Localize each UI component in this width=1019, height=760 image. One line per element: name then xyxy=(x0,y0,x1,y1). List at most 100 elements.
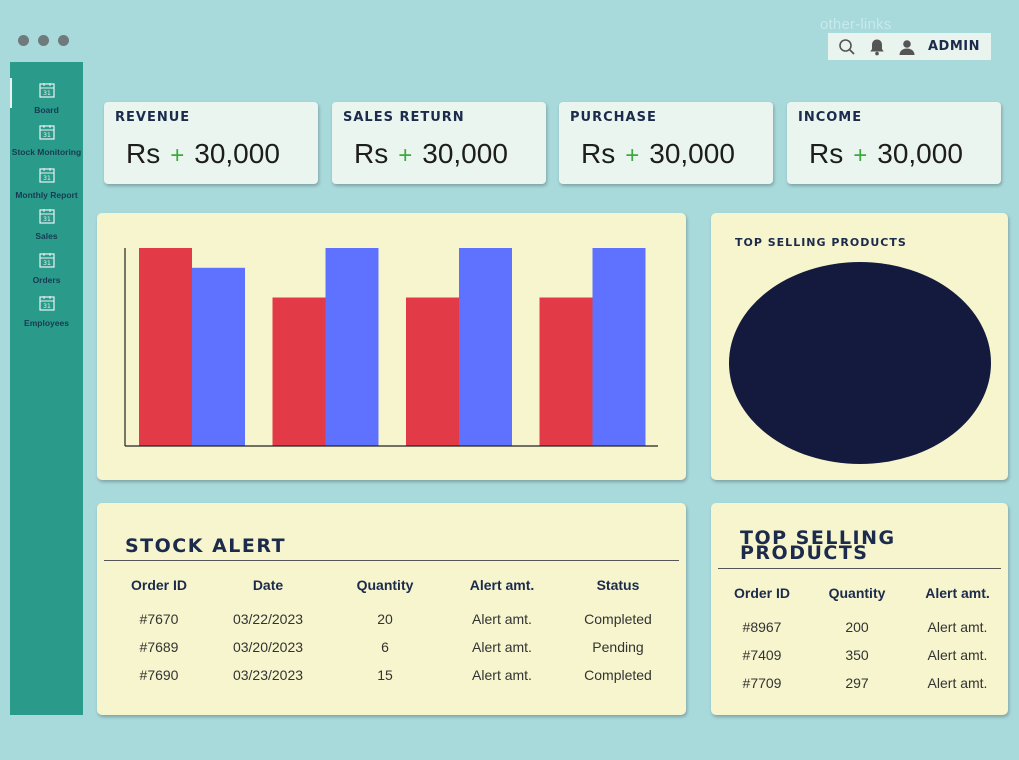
calendar-icon: 31 xyxy=(38,296,55,311)
column-header[interactable]: Order ID xyxy=(721,579,803,607)
bell-icon[interactable] xyxy=(866,36,888,58)
table-row[interactable]: #8967 200 Alert amt. xyxy=(721,613,1004,641)
kpi-value-row: Rs + 30,000 xyxy=(581,138,735,170)
calendar-icon: 31 xyxy=(38,125,55,140)
alert-amt-cell: Alert amt. xyxy=(927,647,988,663)
kpi-currency: Rs xyxy=(126,138,161,169)
window-dot-minimize[interactable] xyxy=(38,35,49,46)
column-header[interactable]: Order ID xyxy=(100,571,218,599)
kpi-sign: + xyxy=(625,142,640,169)
bar-series-1-group-1[interactable] xyxy=(139,248,192,446)
svg-text:31: 31 xyxy=(43,132,51,139)
quantity-cell: 297 xyxy=(845,675,869,691)
kpi-value: 30,000 xyxy=(194,138,280,169)
column-header[interactable]: Status xyxy=(552,571,684,599)
bar-series-2-group-3[interactable] xyxy=(459,248,512,446)
kpi-currency: Rs xyxy=(354,138,389,169)
bar-series-2-group-4[interactable] xyxy=(592,248,646,446)
date-cell: 03/22/2023 xyxy=(232,611,304,627)
status-cell: Completed xyxy=(584,667,652,683)
kpi-title: Sales Return xyxy=(343,110,465,125)
kpi-sign: + xyxy=(170,142,185,169)
bar-series-1-group-2[interactable] xyxy=(272,297,326,447)
kpi-sign: + xyxy=(853,142,868,169)
bar-series-1-group-4[interactable] xyxy=(539,297,593,447)
table-row[interactable]: #7670 03/22/2023 20 Alert amt. Completed xyxy=(100,605,684,633)
window-dot-close[interactable] xyxy=(18,35,29,46)
sidebar-item-employees[interactable]: 31 Employees xyxy=(10,295,83,331)
sidebar-item-orders[interactable]: 31 Orders xyxy=(10,252,83,288)
sidebar-item-monthly-report[interactable]: 31 Monthly Report xyxy=(10,167,83,203)
sidebar-item-stock-monitoring[interactable]: 31 Stock Monitoring xyxy=(10,124,83,160)
column-header[interactable]: Alert amt. xyxy=(452,571,552,599)
svg-text:31: 31 xyxy=(43,303,51,310)
kpi-value: 30,000 xyxy=(877,138,963,169)
order-id-cell: #8967 xyxy=(742,619,782,635)
top-selling-table: Order ID Quantity Alert amt. #8967 200 A… xyxy=(721,579,1004,697)
svg-text:31: 31 xyxy=(43,90,51,97)
column-header[interactable]: Quantity xyxy=(803,579,911,607)
kpi-title: Income xyxy=(798,110,863,125)
kpi-value-row: Rs + 30,000 xyxy=(809,138,963,170)
svg-text:31: 31 xyxy=(43,216,51,223)
date-cell: 03/23/2023 xyxy=(232,667,304,683)
admin-label[interactable]: ADMIN xyxy=(928,39,980,54)
alert-amt-cell: Alert amt. xyxy=(472,611,532,627)
table-row[interactable]: #7409 350 Alert amt. xyxy=(721,641,1004,669)
pie-slice[interactable] xyxy=(729,262,991,464)
order-id-cell: #7689 xyxy=(139,639,179,655)
quantity-cell: 15 xyxy=(377,667,393,683)
user-icon[interactable] xyxy=(896,36,918,58)
bar-series-2-group-1[interactable] xyxy=(192,267,245,446)
bar-series-2-group-2[interactable] xyxy=(325,248,379,446)
table-header-row: Order ID Quantity Alert amt. xyxy=(721,579,1004,607)
kpi-card-sales-return[interactable]: Sales Return Rs + 30,000 xyxy=(332,102,546,184)
window-controls xyxy=(18,35,69,46)
table-row[interactable]: #7709 297 Alert amt. xyxy=(721,669,1004,697)
sidebar-item-board[interactable]: 31 Board xyxy=(10,82,83,118)
top-selling-table-panel: Top Selling Products Order ID Quantity A… xyxy=(711,503,1008,715)
calendar-icon: 31 xyxy=(38,168,55,183)
kpi-value-row: Rs + 30,000 xyxy=(354,138,508,170)
window-dot-maximize[interactable] xyxy=(58,35,69,46)
kpi-sign: + xyxy=(398,142,413,169)
search-icon[interactable] xyxy=(836,36,858,58)
bar-chart-panel xyxy=(97,213,686,480)
alert-amt-cell: Alert amt. xyxy=(927,675,988,691)
kpi-currency: Rs xyxy=(581,138,616,169)
kpi-card-purchase[interactable]: Purchase Rs + 30,000 xyxy=(559,102,773,184)
bar-series-1-group-3[interactable] xyxy=(406,297,459,447)
kpi-card-revenue[interactable]: Revenue Rs + 30,000 xyxy=(104,102,318,184)
kpi-value-row: Rs + 30,000 xyxy=(126,138,280,170)
column-header[interactable]: Quantity xyxy=(318,571,452,599)
calendar-icon: 31 xyxy=(38,83,55,98)
sidebar-item-label: Stock Monitoring xyxy=(11,147,82,157)
quantity-cell: 200 xyxy=(845,619,869,635)
pie-chart xyxy=(729,262,991,464)
kpi-value: 30,000 xyxy=(422,138,508,169)
sidebar-item-label: Sales xyxy=(35,231,58,241)
column-header[interactable]: Alert amt. xyxy=(911,579,1004,607)
stock-alert-panel: Stock Alert Order ID Date Quantity Alert… xyxy=(97,503,686,715)
kpi-card-income[interactable]: Income Rs + 30,000 xyxy=(787,102,1001,184)
sidebar-item-sales[interactable]: 31 Sales xyxy=(10,208,83,244)
column-header[interactable]: Date xyxy=(218,571,318,599)
sidebar-item-label: Board xyxy=(34,105,59,115)
sidebar-item-label: Orders xyxy=(32,275,61,285)
svg-text:31: 31 xyxy=(43,175,51,182)
top-selling-title: Top Selling Products xyxy=(740,529,896,563)
sidebar-item-label: Monthly Report xyxy=(15,190,78,200)
date-cell: 03/20/2023 xyxy=(232,639,304,655)
table-row[interactable]: #7689 03/20/2023 6 Alert amt. Pending xyxy=(100,633,684,661)
kpi-value: 30,000 xyxy=(649,138,735,169)
calendar-icon: 31 xyxy=(38,209,55,224)
table-header-row: Order ID Date Quantity Alert amt. Status xyxy=(100,571,684,599)
quantity-cell: 6 xyxy=(381,639,389,655)
table-row[interactable]: #7690 03/23/2023 15 Alert amt. Completed xyxy=(100,661,684,689)
kpi-title: Purchase xyxy=(570,110,657,125)
stock-alert-table: Order ID Date Quantity Alert amt. Status… xyxy=(100,571,684,689)
sidebar-item-label: Employees xyxy=(24,318,69,328)
status-cell: Pending xyxy=(592,639,644,655)
sidebar: 31 Board 31 Stock Monitoring 31 Monthly … xyxy=(10,62,83,715)
other-links-link[interactable]: other-links xyxy=(820,16,891,33)
